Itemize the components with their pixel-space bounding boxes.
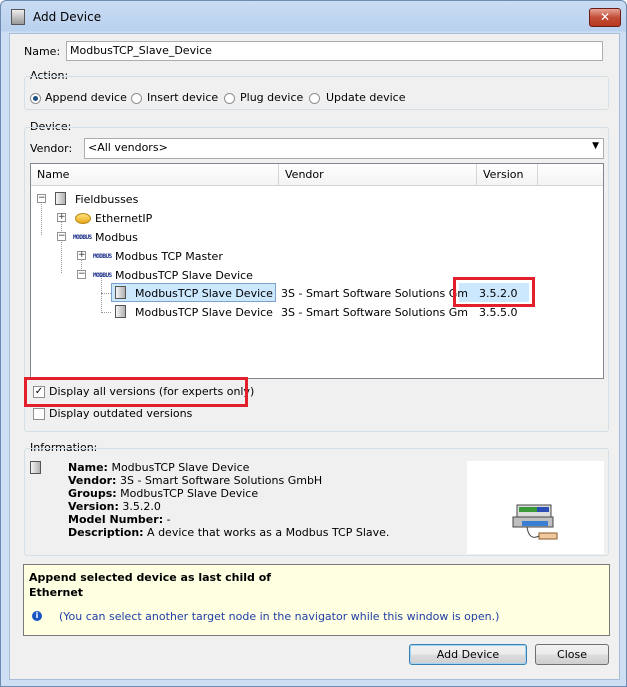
info-name-value: ModbusTCP Slave Device — [111, 461, 250, 474]
expand-icon[interactable]: + — [57, 213, 66, 222]
info-vendor-key: Vendor: — [68, 474, 117, 487]
add-device-dialog: Add Device ✕ Name: ModbusTCP_Slave_Devic… — [0, 0, 627, 687]
info-name: Name: ModbusTCP Slave Device — [68, 461, 249, 474]
device-image — [467, 461, 604, 554]
tree-line — [41, 199, 42, 235]
column-header-empty — [538, 164, 603, 186]
info-version-key: Version: — [68, 500, 119, 513]
tree-line — [61, 237, 62, 273]
device-icon — [115, 286, 126, 299]
hint-box: Append selected device as last child of … — [23, 564, 610, 636]
tree-item-ethernetip[interactable]: EthernetIP — [95, 212, 152, 225]
fieldbus-icon — [55, 192, 66, 205]
info-groups-value: ModbusTCP Slave Device — [120, 487, 259, 500]
checkbox-highlight-box — [24, 377, 248, 407]
vendor-label: Vendor: — [30, 142, 73, 155]
info-vendor: Vendor: 3S - Smart Software Solutions Gm… — [68, 474, 322, 487]
hint-line2: Ethernet — [29, 586, 84, 599]
name-input[interactable]: ModbusTCP_Slave_Device — [66, 41, 603, 61]
update-device-label[interactable]: Update device — [326, 91, 405, 104]
window-title: Add Device — [33, 10, 102, 24]
ethernetip-icon — [75, 213, 91, 224]
info-model-value: - — [166, 513, 171, 526]
tree-item-modbus[interactable]: Modbus — [95, 231, 138, 244]
collapse-icon[interactable]: − — [37, 194, 46, 203]
insert-device-label[interactable]: Insert device — [147, 91, 218, 104]
append-device-label[interactable]: Append device — [45, 91, 127, 104]
collapse-icon[interactable]: − — [57, 232, 66, 241]
vendor-select[interactable]: <All vendors> ▼ — [84, 138, 604, 159]
info-name-key: Name: — [68, 461, 108, 474]
add-device-button[interactable]: Add Device — [409, 644, 527, 665]
update-device-radio[interactable] — [309, 93, 320, 104]
append-device-radio[interactable] — [30, 93, 41, 104]
tree-item-fieldbusses[interactable]: Fieldbusses — [75, 193, 138, 206]
info-description-value: A device that works as a Modbus TCP Slav… — [147, 526, 390, 539]
info-groups-key: Groups: — [68, 487, 117, 500]
info-vendor-value: 3S - Smart Software Solutions GmbH — [119, 474, 323, 487]
tree-row-version[interactable]: 3.5.5.0 — [479, 306, 517, 319]
info-version: Version: 3.5.2.0 — [68, 500, 161, 513]
dialog-client-area: Name: ModbusTCP_Slave_Device Action: App… — [9, 33, 620, 680]
plug-device-radio[interactable] — [224, 93, 235, 104]
display-outdated-versions-label[interactable]: Display outdated versions — [49, 407, 192, 420]
display-outdated-versions-checkbox[interactable] — [33, 408, 45, 420]
info-model-key: Model Number: — [68, 513, 164, 526]
close-button[interactable]: Close — [535, 644, 609, 665]
vendor-select-value: <All vendors> — [88, 141, 168, 154]
tree-item-modbus-tcp-master[interactable]: Modbus TCP Master — [115, 250, 223, 263]
modbus-icon: MODBUS — [73, 234, 92, 241]
chevron-down-icon[interactable]: ▼ — [592, 141, 599, 151]
tree-row-vendor[interactable]: 3S - Smart Software Solutions GmbH — [281, 306, 467, 319]
info-description: Description: A device that works as a Mo… — [68, 526, 389, 539]
network-device-icon — [512, 504, 558, 540]
expand-icon[interactable]: + — [77, 251, 86, 260]
device-tree[interactable]: Name Vendor Version − Fieldbusses + Ethe… — [30, 163, 604, 379]
column-header-name[interactable]: Name — [31, 164, 279, 186]
info-icon: i — [32, 611, 42, 621]
tree-line — [101, 293, 111, 294]
modbus-icon: MODBUS — [93, 272, 112, 279]
tree-row-name[interactable]: ModbusTCP Slave Device — [135, 287, 273, 300]
device-icon — [30, 461, 41, 474]
version-highlight-box — [453, 277, 535, 307]
info-model: Model Number: - — [68, 513, 171, 526]
tree-item-modbustcp-slave-group[interactable]: ModbusTCP Slave Device — [115, 269, 253, 282]
device-icon — [115, 305, 126, 318]
column-header-vendor[interactable]: Vendor — [279, 164, 477, 186]
collapse-icon[interactable]: − — [77, 270, 86, 279]
info-version-value: 3.5.2.0 — [122, 500, 161, 513]
info-description-key: Description: — [68, 526, 144, 539]
info-groups: Groups: ModbusTCP Slave Device — [68, 487, 258, 500]
name-label: Name: — [24, 45, 61, 58]
tree-row-name[interactable]: ModbusTCP Slave Device — [135, 306, 273, 319]
hint-note: (You can select another target node in t… — [59, 610, 500, 623]
title-bar: Add Device ✕ — [1, 1, 626, 33]
modbus-icon: MODBUS — [93, 253, 112, 260]
plug-device-label[interactable]: Plug device — [240, 91, 303, 104]
hint-line1: Append selected device as last child of — [29, 571, 272, 584]
insert-device-radio[interactable] — [131, 93, 142, 104]
device-icon — [11, 9, 25, 25]
tree-row-vendor[interactable]: 3S - Smart Software Solutions GmbH — [281, 287, 467, 300]
window-close-button[interactable]: ✕ — [589, 8, 621, 27]
column-header-version[interactable]: Version — [477, 164, 538, 186]
tree-line — [101, 312, 111, 313]
